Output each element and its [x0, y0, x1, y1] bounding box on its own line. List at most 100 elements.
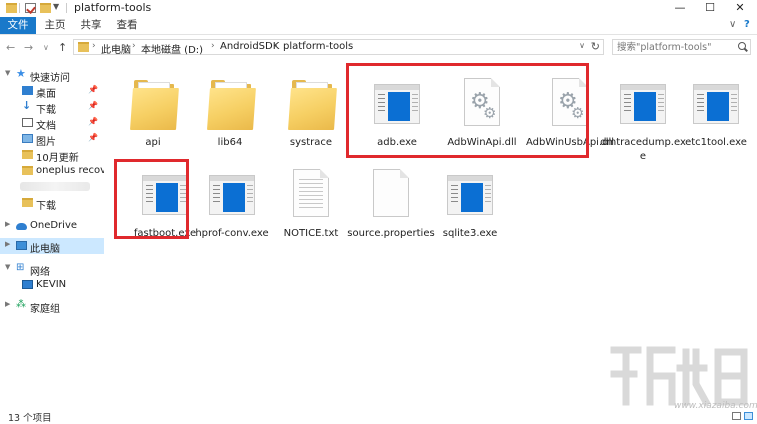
search-icon[interactable]: [738, 42, 746, 50]
forward-button[interactable]: →: [24, 41, 33, 54]
pin-icon[interactable]: 📌: [88, 117, 98, 126]
close-button[interactable]: ✕: [725, 0, 755, 16]
file-item-etc1tool-exe[interactable]: etc1tool.exe: [671, 68, 757, 158]
ribbon-tabs: 文件 主页 共享 查看 ∨ ?: [0, 17, 757, 35]
file-item-sqlite3-exe[interactable]: sqlite3.exe: [425, 159, 515, 249]
tab-file[interactable]: 文件: [0, 17, 36, 34]
network-icon: ⊞: [16, 262, 25, 273]
file-item-lib64[interactable]: lib64: [185, 68, 275, 158]
sidebar-item-label: 下载: [36, 201, 56, 211]
help-icon[interactable]: ?: [744, 19, 750, 30]
sidebar-item-label: 快速访问: [30, 73, 70, 83]
sidebar-item-label: 此电脑: [30, 244, 60, 254]
breadcrumb-androidsdk[interactable]: AndroidSDK: [220, 41, 279, 52]
refresh-icon[interactable]: ↻: [591, 40, 600, 53]
desktop-icon: [22, 86, 33, 95]
toolbar-divider: [66, 3, 67, 13]
sidebar-item-label: oneplus recovery: [36, 165, 104, 176]
sidebar-item-documents[interactable]: 文档 📌: [0, 115, 104, 131]
folder-icon: [22, 198, 33, 207]
executable-icon: [693, 78, 739, 128]
pin-icon[interactable]: 📌: [88, 85, 98, 94]
maximize-button[interactable]: ☐: [695, 0, 725, 16]
breadcrumb-this-pc[interactable]: 此电脑: [101, 41, 131, 56]
sidebar-item-oneplus-recovery[interactable]: oneplus recovery: [0, 163, 104, 179]
details-view-icon[interactable]: [732, 412, 741, 420]
item-count: 13 个项目: [8, 413, 52, 424]
sidebar-item-label: 图片: [36, 137, 56, 147]
minimize-button[interactable]: —: [665, 0, 695, 16]
sidebar-item-this-pc[interactable]: ▶ 此电脑: [0, 238, 104, 254]
properties-icon[interactable]: [25, 3, 36, 13]
tab-share[interactable]: 共享: [76, 17, 106, 34]
file-item-notice-txt[interactable]: NOTICE.txt: [266, 159, 356, 249]
tab-view[interactable]: 查看: [112, 17, 142, 34]
up-button[interactable]: ↑: [58, 41, 67, 54]
chevron-right-icon[interactable]: ▶: [5, 300, 10, 308]
breadcrumb-separator-icon[interactable]: ›: [132, 41, 136, 51]
file-name: etc1tool.exe: [685, 137, 747, 148]
sidebar-item-pictures[interactable]: 图片 📌: [0, 131, 104, 147]
sidebar-item-network[interactable]: ▼ ⊞ 网络: [0, 261, 104, 277]
highlight-box-adb-dlls: [346, 63, 589, 158]
status-bar: 13 个项目: [0, 409, 757, 424]
text-file-icon: [288, 169, 334, 219]
search-box[interactable]: [612, 39, 751, 55]
monitor-icon: [22, 280, 33, 289]
address-dropdown-chevron-icon[interactable]: ∨: [579, 41, 585, 50]
file-name: systrace: [289, 137, 333, 148]
executable-icon: [620, 78, 666, 128]
cloud-icon: [16, 223, 27, 230]
document-icon: [22, 118, 33, 127]
sidebar-item-label: 10月更新: [36, 153, 79, 163]
blank-file-icon: [368, 169, 414, 219]
breadcrumb-separator-icon[interactable]: ›: [274, 41, 278, 51]
search-input[interactable]: [613, 40, 739, 54]
folder-icon: [22, 150, 33, 159]
sidebar-item-label: 家庭组: [30, 304, 60, 314]
sidebar-item-downloads-folder[interactable]: 下载: [0, 195, 104, 211]
file-item-source-properties[interactable]: source.properties: [346, 159, 436, 249]
sidebar-item-blurred[interactable]: [0, 179, 104, 195]
executable-icon: [447, 169, 493, 219]
sidebar-item-onedrive[interactable]: ▶ OneDrive: [0, 218, 104, 234]
file-item-hprof-conv-exe[interactable]: hprof-conv.exe: [187, 159, 277, 249]
chevron-right-icon[interactable]: ▶: [5, 220, 10, 228]
new-folder-icon[interactable]: [40, 3, 51, 13]
breadcrumb-separator-icon[interactable]: ›: [211, 41, 215, 51]
highlight-box-fastboot: [114, 159, 189, 239]
breadcrumb-local-disk[interactable]: 本地磁盘 (D:): [141, 41, 203, 56]
expand-ribbon-chevron-icon[interactable]: ∨: [729, 19, 736, 30]
chevron-right-icon[interactable]: ▶: [5, 240, 10, 248]
file-name: source.properties: [347, 228, 435, 239]
customize-toolbar-chevron-icon[interactable]: ▼: [53, 2, 59, 11]
sidebar-item-october-update[interactable]: 10月更新: [0, 147, 104, 163]
file-item-systrace[interactable]: systrace: [266, 68, 356, 158]
pin-icon[interactable]: 📌: [88, 101, 98, 110]
sidebar-item-label: KEVIN: [36, 279, 67, 290]
sidebar-item-desktop[interactable]: 桌面 📌: [0, 83, 104, 99]
sidebar-item-quick-access[interactable]: ▼ ★ 快速访问: [0, 67, 104, 83]
executable-icon: [209, 169, 255, 219]
navigation-bar: ← → ∨ ↑ › 此电脑 › 本地磁盘 (D:) › AndroidSDK ›…: [0, 35, 757, 60]
file-name: NOTICE.txt: [283, 228, 339, 239]
sidebar-item-downloads[interactable]: ↓ 下载 📌: [0, 99, 104, 115]
chevron-down-icon[interactable]: ▼: [5, 69, 10, 77]
recent-locations-chevron-icon[interactable]: ∨: [43, 43, 49, 52]
pin-icon[interactable]: 📌: [88, 133, 98, 142]
large-icons-view-icon[interactable]: [744, 412, 753, 420]
address-bar[interactable]: › 此电脑 › 本地磁盘 (D:) › AndroidSDK › platfor…: [73, 39, 604, 56]
sidebar-item-kevin[interactable]: KEVIN: [0, 277, 104, 293]
file-name: lib64: [217, 137, 243, 148]
computer-icon: [16, 241, 27, 250]
sidebar-item-label: 文档: [36, 121, 56, 131]
breadcrumb-platform-tools[interactable]: platform-tools: [283, 41, 353, 52]
sidebar-item-homegroup[interactable]: ▶ ⁂ 家庭组: [0, 298, 104, 314]
chevron-down-icon[interactable]: ▼: [5, 263, 10, 271]
back-button[interactable]: ←: [6, 41, 15, 54]
sidebar-item-label: 桌面: [36, 89, 56, 99]
watermark-logo: [610, 346, 748, 407]
breadcrumb-separator-icon[interactable]: ›: [92, 41, 96, 51]
folder-icon: [6, 3, 17, 13]
tab-home[interactable]: 主页: [40, 17, 70, 34]
